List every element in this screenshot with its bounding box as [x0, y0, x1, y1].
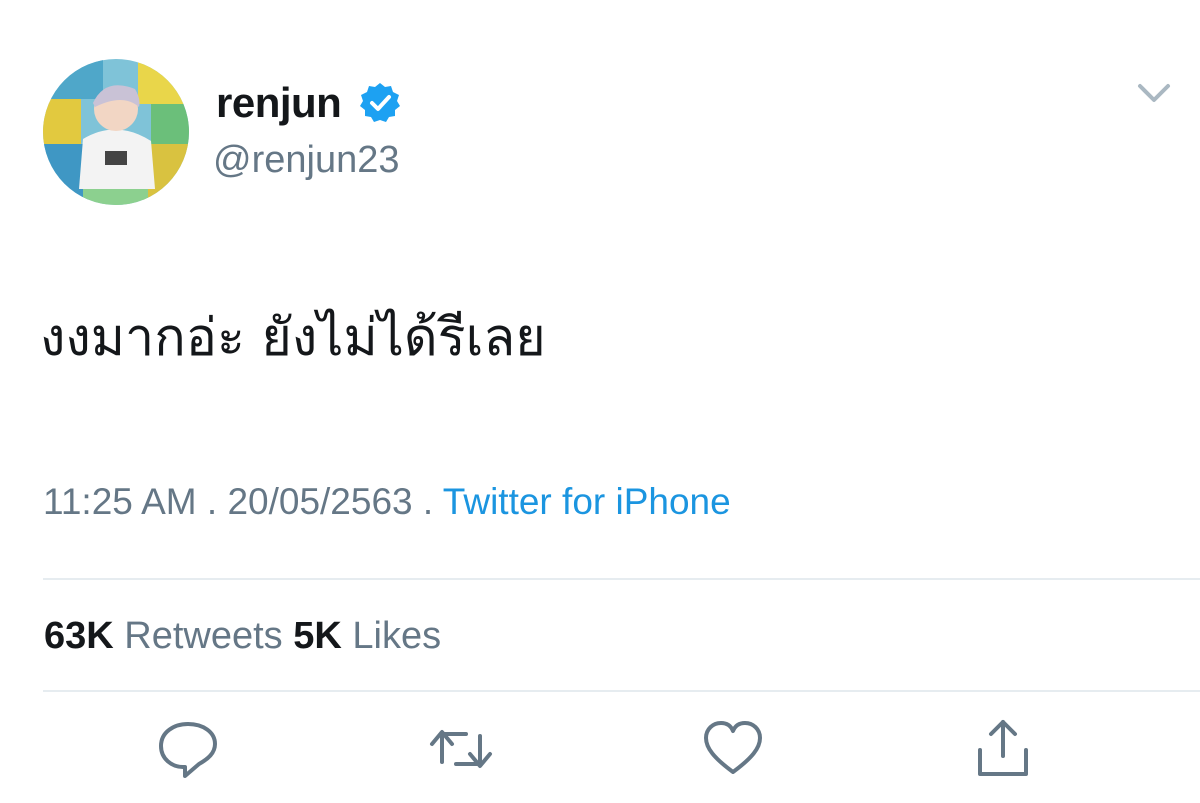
retweets-stat[interactable]: 63K Retweets — [44, 615, 283, 657]
reply-button[interactable] — [155, 716, 221, 782]
meta-separator: . — [412, 481, 443, 522]
user-handle[interactable]: @renjun23 — [213, 138, 399, 182]
likes-count: 5K — [293, 615, 342, 657]
tweet-time: 11:25 AM — [43, 481, 197, 522]
avatar[interactable] — [43, 59, 189, 205]
heart-icon — [704, 721, 762, 774]
share-button[interactable] — [970, 716, 1036, 782]
tweet-stats: 63K Retweets 5K Likes — [44, 614, 441, 658]
tweet-source-link[interactable]: Twitter for iPhone — [443, 481, 731, 522]
retweet-button[interactable] — [428, 716, 494, 782]
tweet-meta: 11:25 AM . 20/05/2563 . Twitter for iPho… — [43, 480, 731, 524]
display-name[interactable]: renjun — [216, 79, 342, 127]
divider — [43, 690, 1200, 692]
tweet-detail: renjun @renjun23 งงมากอ่ะ ยังไม่ได้รีเลย… — [0, 0, 1200, 803]
retweets-label: Retweets — [124, 615, 283, 657]
chevron-down-icon[interactable] — [1136, 80, 1172, 106]
tweet-date: 20/05/2563 — [227, 481, 413, 522]
likes-stat[interactable]: 5K Likes — [293, 615, 441, 657]
share-icon — [978, 720, 1028, 776]
divider — [43, 578, 1200, 580]
reply-icon — [159, 722, 217, 778]
like-button[interactable] — [700, 716, 766, 782]
retweets-count: 63K — [44, 615, 114, 657]
verified-badge-icon — [360, 83, 400, 122]
likes-label: Likes — [352, 615, 442, 657]
avatar-image — [43, 59, 189, 205]
retweet-icon — [430, 730, 492, 768]
tweet-text: งงมากอ่ะ ยังไม่ได้รีเลย — [40, 308, 546, 368]
meta-separator: . — [196, 481, 228, 522]
